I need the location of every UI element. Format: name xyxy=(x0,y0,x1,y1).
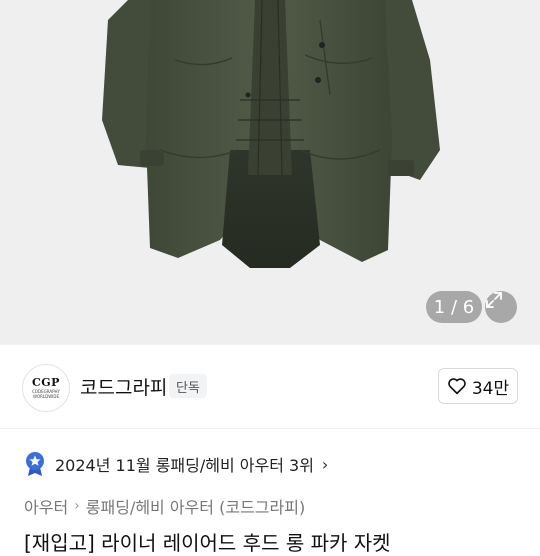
seller-name[interactable]: 코드그라피 xyxy=(80,373,167,400)
heart-outline-icon xyxy=(448,378,466,395)
seller-logo[interactable]: CGP CODEGRAPHY WORLDWIDE xyxy=(22,364,70,412)
like-button[interactable]: 34만 xyxy=(438,368,518,404)
medal-star-icon xyxy=(26,452,44,476)
product-title: [재입고] 라이너 레이어드 후드 롱 파카 자켓 xyxy=(24,531,391,555)
ranking-text: 2024년 11월 롱패딩/헤비 아우터 3위 xyxy=(55,456,314,475)
seller-row: CGP CODEGRAPHY WORLDWIDE 코드그라피 단독 34만 xyxy=(0,358,540,418)
chevron-right-icon: › xyxy=(321,454,329,474)
image-counter: 1 / 6 xyxy=(426,291,482,323)
breadcrumb-separator-icon: › xyxy=(74,498,80,514)
breadcrumb-item-category[interactable]: 롱패딩/헤비 아우터 (코드그라피) xyxy=(86,494,305,518)
expand-icon xyxy=(486,292,502,308)
seller-logo-subtext: CODEGRAPHY WORLDWIDE xyxy=(32,389,60,399)
seller-logo-text: CGP xyxy=(32,376,60,389)
expand-button[interactable] xyxy=(485,291,517,323)
section-divider xyxy=(0,428,540,429)
breadcrumb-item-outer[interactable]: 아우터 xyxy=(24,494,68,518)
exclusive-badge: 단독 xyxy=(169,374,207,398)
product-image-gallery[interactable]: 1 / 6 xyxy=(0,0,540,345)
like-count: 34만 xyxy=(471,378,510,399)
breadcrumb: 아우터 › 롱패딩/헤비 아우터 (코드그라피) xyxy=(24,494,305,518)
ranking-link[interactable]: 2024년 11월 롱패딩/헤비 아우터 3위 › xyxy=(24,449,328,479)
